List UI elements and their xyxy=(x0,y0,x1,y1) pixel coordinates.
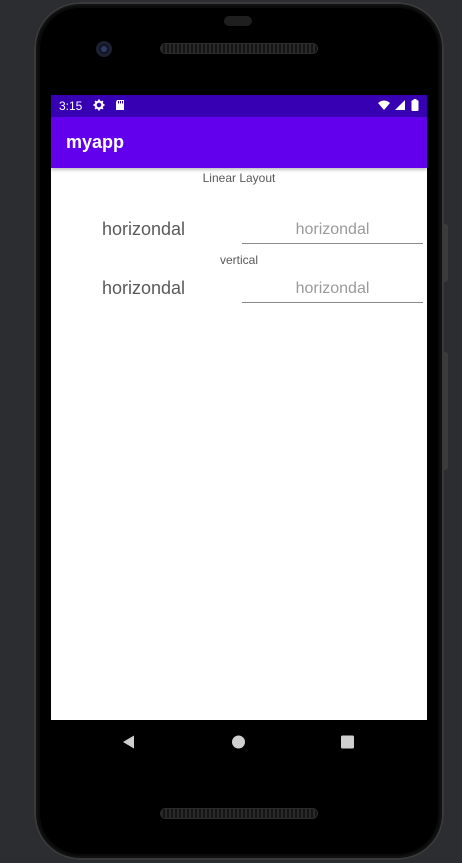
back-icon[interactable] xyxy=(121,734,137,750)
battery-icon xyxy=(411,99,419,111)
status-time: 3:15 xyxy=(59,99,83,113)
bottom-speaker-grille xyxy=(161,809,317,818)
earpiece-notch xyxy=(224,16,252,26)
recents-icon[interactable] xyxy=(340,734,355,750)
power-button[interactable] xyxy=(443,224,448,282)
horizontal-label-1: horizondal xyxy=(102,219,186,239)
front-camera-icon xyxy=(96,41,112,57)
device-screen: 3:15 myapp Linear Layout horizondal hori… xyxy=(51,95,427,720)
horizontal-input-1[interactable] xyxy=(242,217,423,244)
navigation-bar xyxy=(51,720,427,764)
horizontal-input-2[interactable] xyxy=(242,276,423,303)
top-speaker-grille xyxy=(161,44,317,53)
vertical-label: vertical xyxy=(219,253,258,267)
volume-button[interactable] xyxy=(443,352,448,470)
app-title: myapp xyxy=(66,132,125,152)
signal-icon xyxy=(395,100,405,110)
sd-card-icon xyxy=(116,100,124,110)
app-bar: myapp xyxy=(51,117,427,168)
wifi-icon xyxy=(378,100,390,110)
gear-icon xyxy=(93,99,105,111)
linear-layout-label: Linear Layout xyxy=(202,171,276,185)
status-bar: 3:15 xyxy=(51,95,427,117)
horizontal-label-2: horizondal xyxy=(102,278,186,298)
home-icon[interactable] xyxy=(231,734,246,750)
